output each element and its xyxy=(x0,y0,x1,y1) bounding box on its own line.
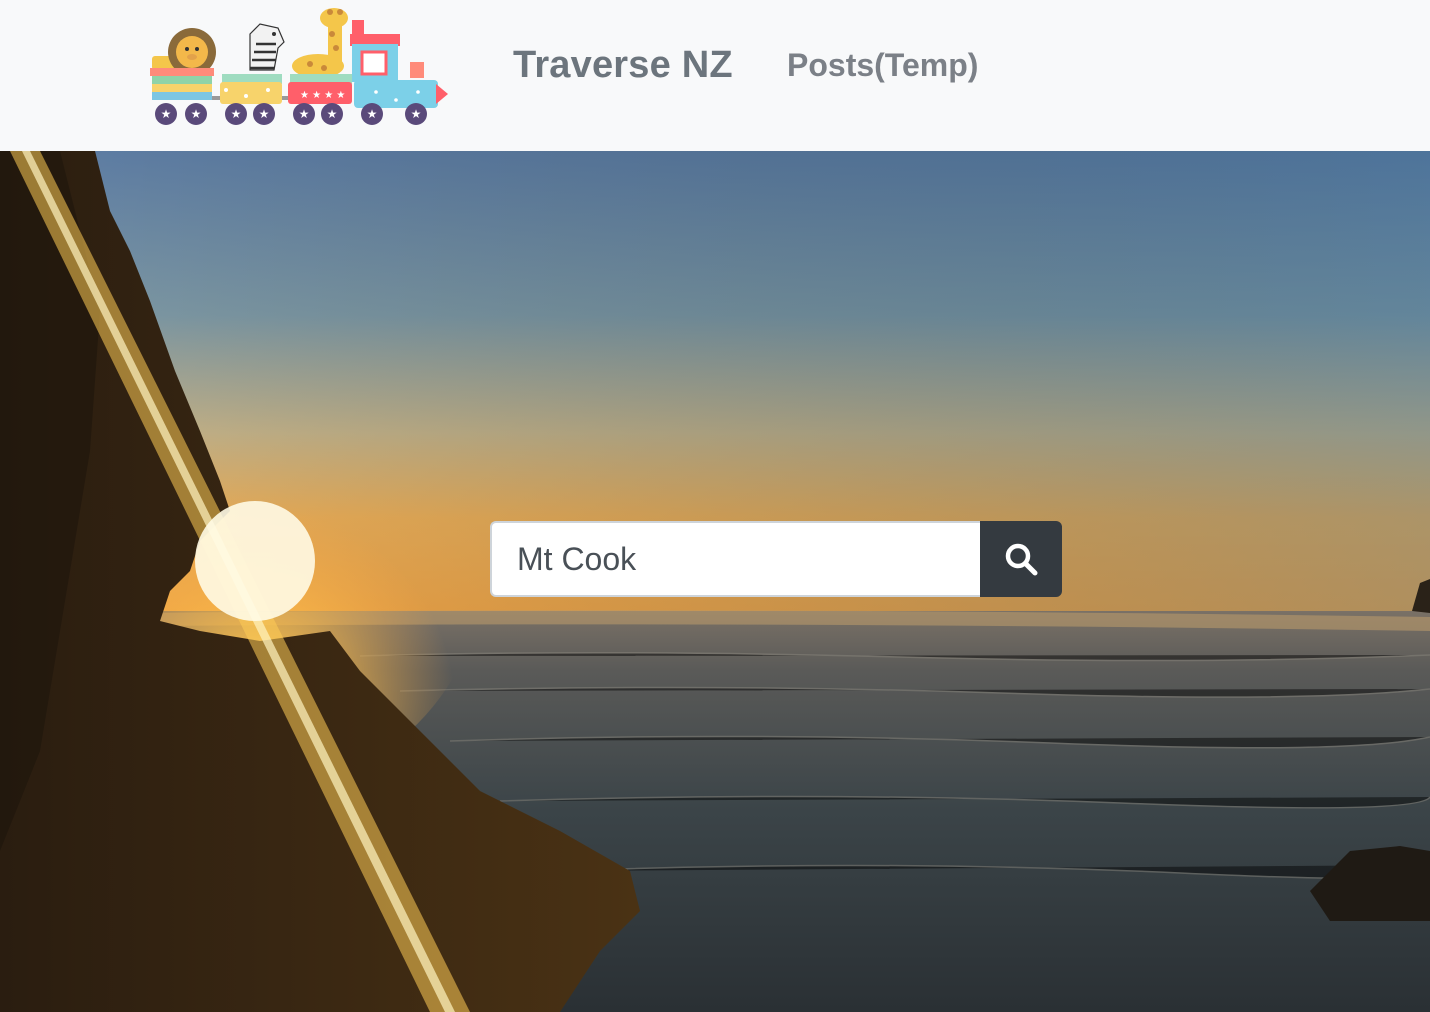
svg-text:★: ★ xyxy=(299,107,310,121)
nav-link-posts[interactable]: Posts(Temp) xyxy=(787,47,978,84)
svg-text:★: ★ xyxy=(161,107,172,121)
search-button[interactable] xyxy=(980,521,1062,597)
search-input[interactable] xyxy=(490,521,980,597)
svg-text:★ ★ ★ ★: ★ ★ ★ ★ xyxy=(300,90,345,101)
svg-text:★: ★ xyxy=(231,107,242,121)
search-icon xyxy=(1005,543,1038,576)
brand-title[interactable]: Traverse NZ xyxy=(513,44,733,87)
animal-train-logo[interactable]: ★ ★ ★ ★ ★ ★ ★ ★ ★ ★ ★ ★ xyxy=(146,4,450,130)
navbar: ★ ★ ★ ★ ★ ★ ★ ★ ★ ★ ★ ★ Traverse NZ Post… xyxy=(0,0,1430,151)
svg-text:★: ★ xyxy=(327,107,338,121)
svg-text:★: ★ xyxy=(259,107,270,121)
svg-text:★: ★ xyxy=(191,107,202,121)
animal-train-icon: ★ ★ ★ ★ ★ ★ ★ ★ ★ ★ ★ ★ xyxy=(150,8,448,125)
svg-text:★: ★ xyxy=(411,107,422,121)
svg-text:★: ★ xyxy=(367,107,378,121)
